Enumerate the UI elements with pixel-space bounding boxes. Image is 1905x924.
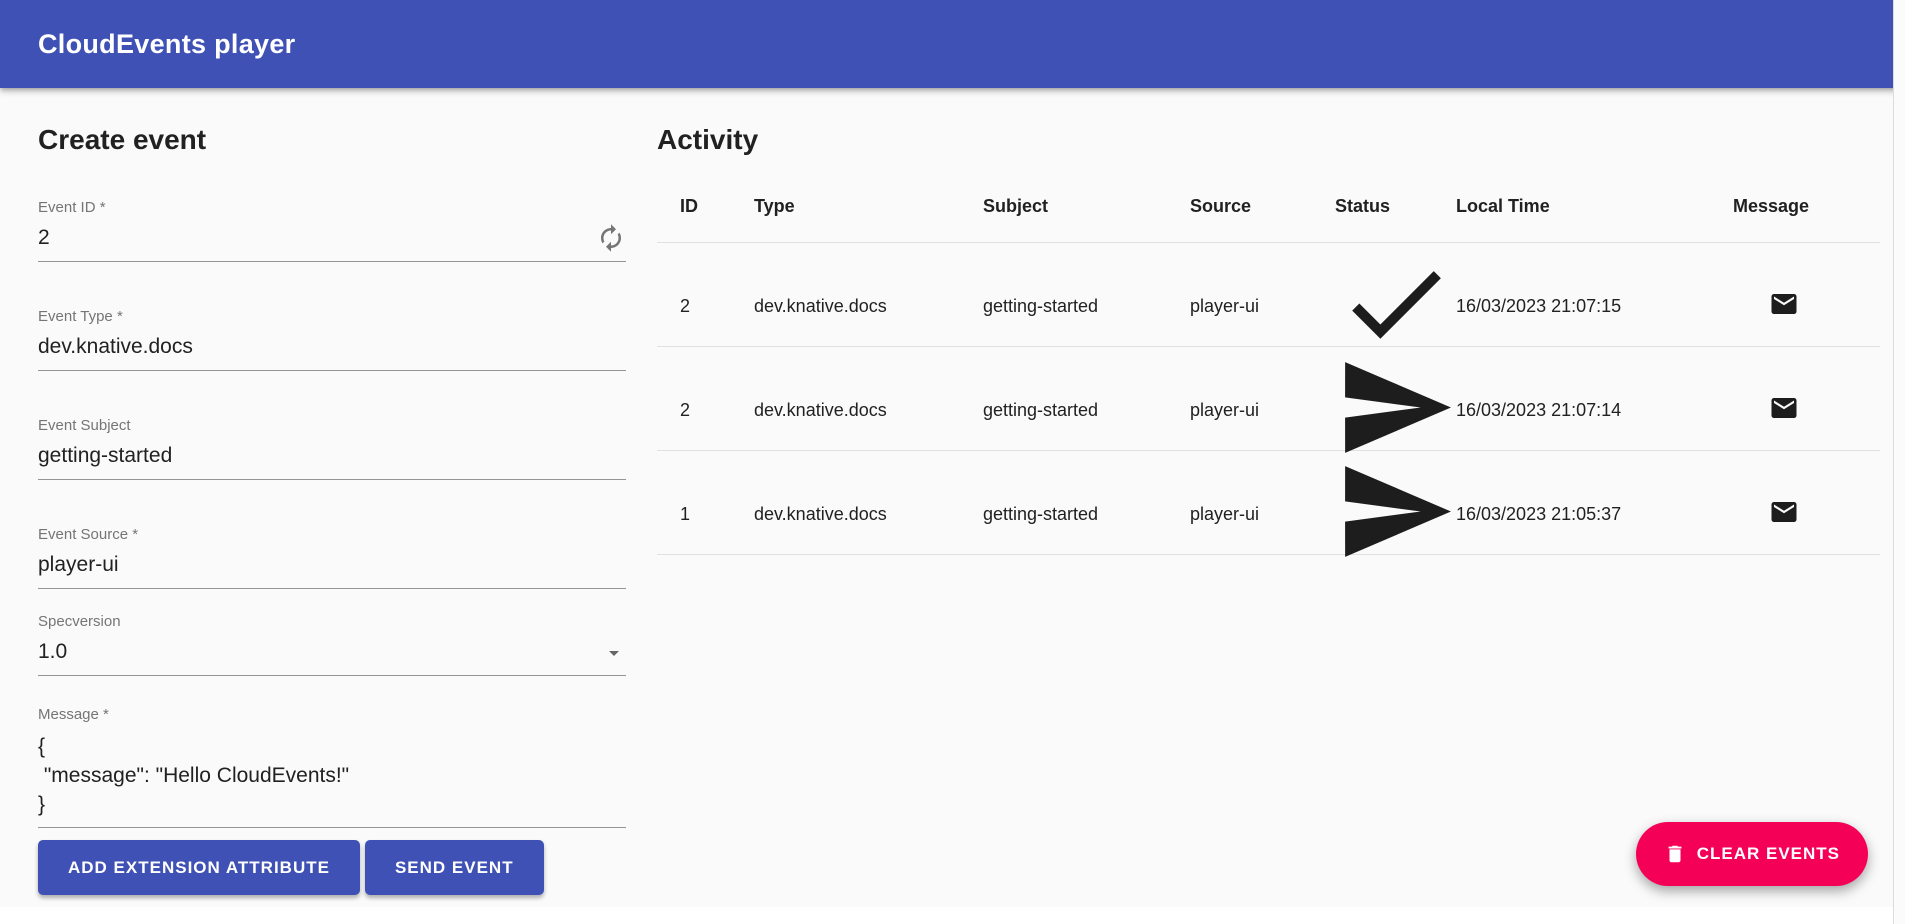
event-subject-field: Event Subject bbox=[38, 417, 626, 480]
cell-local-time: 16/03/2023 21:07:14 bbox=[1456, 400, 1733, 421]
cell-type: dev.knative.docs bbox=[754, 400, 983, 421]
event-source-label: Event Source * bbox=[38, 526, 626, 544]
specversion-value: 1.0 bbox=[38, 635, 602, 675]
event-source-control bbox=[38, 548, 626, 589]
message-control: { "message": "Hello CloudEvents!" } bbox=[38, 728, 626, 828]
app-title: CloudEvents player bbox=[38, 29, 295, 60]
column-header-id: ID bbox=[657, 196, 754, 217]
cell-source: player-ui bbox=[1190, 504, 1335, 525]
trash-icon bbox=[1664, 842, 1686, 866]
column-header-type: Type bbox=[754, 196, 983, 217]
cell-id: 1 bbox=[657, 504, 754, 525]
event-id-control bbox=[38, 221, 626, 262]
cell-source: player-ui bbox=[1190, 296, 1335, 317]
table-row: 2 dev.knative.docs getting-started playe… bbox=[657, 243, 1880, 347]
event-id-field: Event ID * bbox=[38, 199, 626, 262]
app-root: CloudEvents player Create event Event ID… bbox=[0, 0, 1905, 924]
add-extension-attribute-button[interactable]: ADD EXTENSION ATTRIBUTE bbox=[38, 840, 360, 895]
cell-subject: getting-started bbox=[983, 504, 1190, 525]
create-event-panel: Create event Event ID * Event Type * bbox=[38, 88, 626, 895]
activity-heading: Activity bbox=[657, 125, 1880, 155]
clear-events-button[interactable]: CLEAR EVENTS bbox=[1636, 822, 1868, 886]
event-source-input[interactable] bbox=[38, 548, 626, 588]
event-subject-label: Event Subject bbox=[38, 417, 626, 435]
event-id-input[interactable] bbox=[38, 221, 596, 261]
table-header-row: ID Type Subject Source Status Local Time… bbox=[657, 171, 1880, 243]
event-id-label: Event ID * bbox=[38, 199, 626, 217]
send-event-button[interactable]: SEND EVENT bbox=[365, 840, 544, 895]
email-icon[interactable] bbox=[1765, 492, 1805, 532]
cell-local-time: 16/03/2023 21:05:37 bbox=[1456, 504, 1733, 525]
clear-events-label: CLEAR EVENTS bbox=[1697, 844, 1840, 864]
cell-status bbox=[1335, 451, 1456, 577]
cell-message bbox=[1733, 388, 1880, 433]
create-event-fields: Event ID * Event Type * Event S bbox=[38, 199, 626, 828]
cell-id: 2 bbox=[657, 400, 754, 421]
specversion-select[interactable]: 1.0 bbox=[38, 635, 626, 676]
table-row: 2 dev.knative.docs getting-started playe… bbox=[657, 347, 1880, 451]
cell-message bbox=[1733, 492, 1880, 537]
message-label: Message * bbox=[38, 706, 626, 724]
main-content: Create event Event ID * Event Type * bbox=[0, 88, 1905, 895]
cell-message bbox=[1733, 284, 1880, 329]
column-header-message: Message bbox=[1733, 196, 1880, 217]
cell-type: dev.knative.docs bbox=[754, 296, 983, 317]
column-header-status: Status bbox=[1335, 196, 1456, 217]
table-row: 1 dev.knative.docs getting-started playe… bbox=[657, 451, 1880, 555]
form-buttons: ADD EXTENSION ATTRIBUTE SEND EVENT bbox=[38, 840, 626, 895]
create-event-heading: Create event bbox=[38, 125, 626, 155]
specversion-field: Specversion 1.0 bbox=[38, 613, 626, 676]
activity-panel: Activity ID Type Subject Source Status L… bbox=[657, 88, 1905, 895]
dropdown-arrow-icon bbox=[602, 641, 626, 665]
scrollbar[interactable] bbox=[1893, 0, 1905, 924]
message-textarea[interactable]: { "message": "Hello CloudEvents!" } bbox=[38, 728, 626, 827]
email-icon[interactable] bbox=[1765, 284, 1805, 324]
cell-subject: getting-started bbox=[983, 296, 1190, 317]
send-icon bbox=[1335, 556, 1456, 576]
cell-source: player-ui bbox=[1190, 400, 1335, 421]
cell-id: 2 bbox=[657, 296, 754, 317]
app-header: CloudEvents player bbox=[0, 0, 1905, 88]
event-subject-input[interactable] bbox=[38, 439, 626, 479]
cell-local-time: 16/03/2023 21:07:15 bbox=[1456, 296, 1733, 317]
event-subject-control bbox=[38, 439, 626, 480]
autorenew-icon[interactable] bbox=[596, 223, 626, 253]
column-header-subject: Subject bbox=[983, 196, 1190, 217]
column-header-source: Source bbox=[1190, 196, 1335, 217]
event-source-field: Event Source * bbox=[38, 526, 626, 589]
event-type-input[interactable] bbox=[38, 330, 626, 370]
event-type-field: Event Type * bbox=[38, 308, 626, 371]
specversion-label: Specversion bbox=[38, 613, 626, 631]
event-type-control bbox=[38, 330, 626, 371]
email-icon[interactable] bbox=[1765, 388, 1805, 428]
message-field: Message * { "message": "Hello CloudEvent… bbox=[38, 706, 626, 828]
activity-table: ID Type Subject Source Status Local Time… bbox=[657, 171, 1880, 555]
event-type-label: Event Type * bbox=[38, 308, 626, 326]
column-header-local-time: Local Time bbox=[1456, 196, 1733, 217]
cell-subject: getting-started bbox=[983, 400, 1190, 421]
cell-type: dev.knative.docs bbox=[754, 504, 983, 525]
